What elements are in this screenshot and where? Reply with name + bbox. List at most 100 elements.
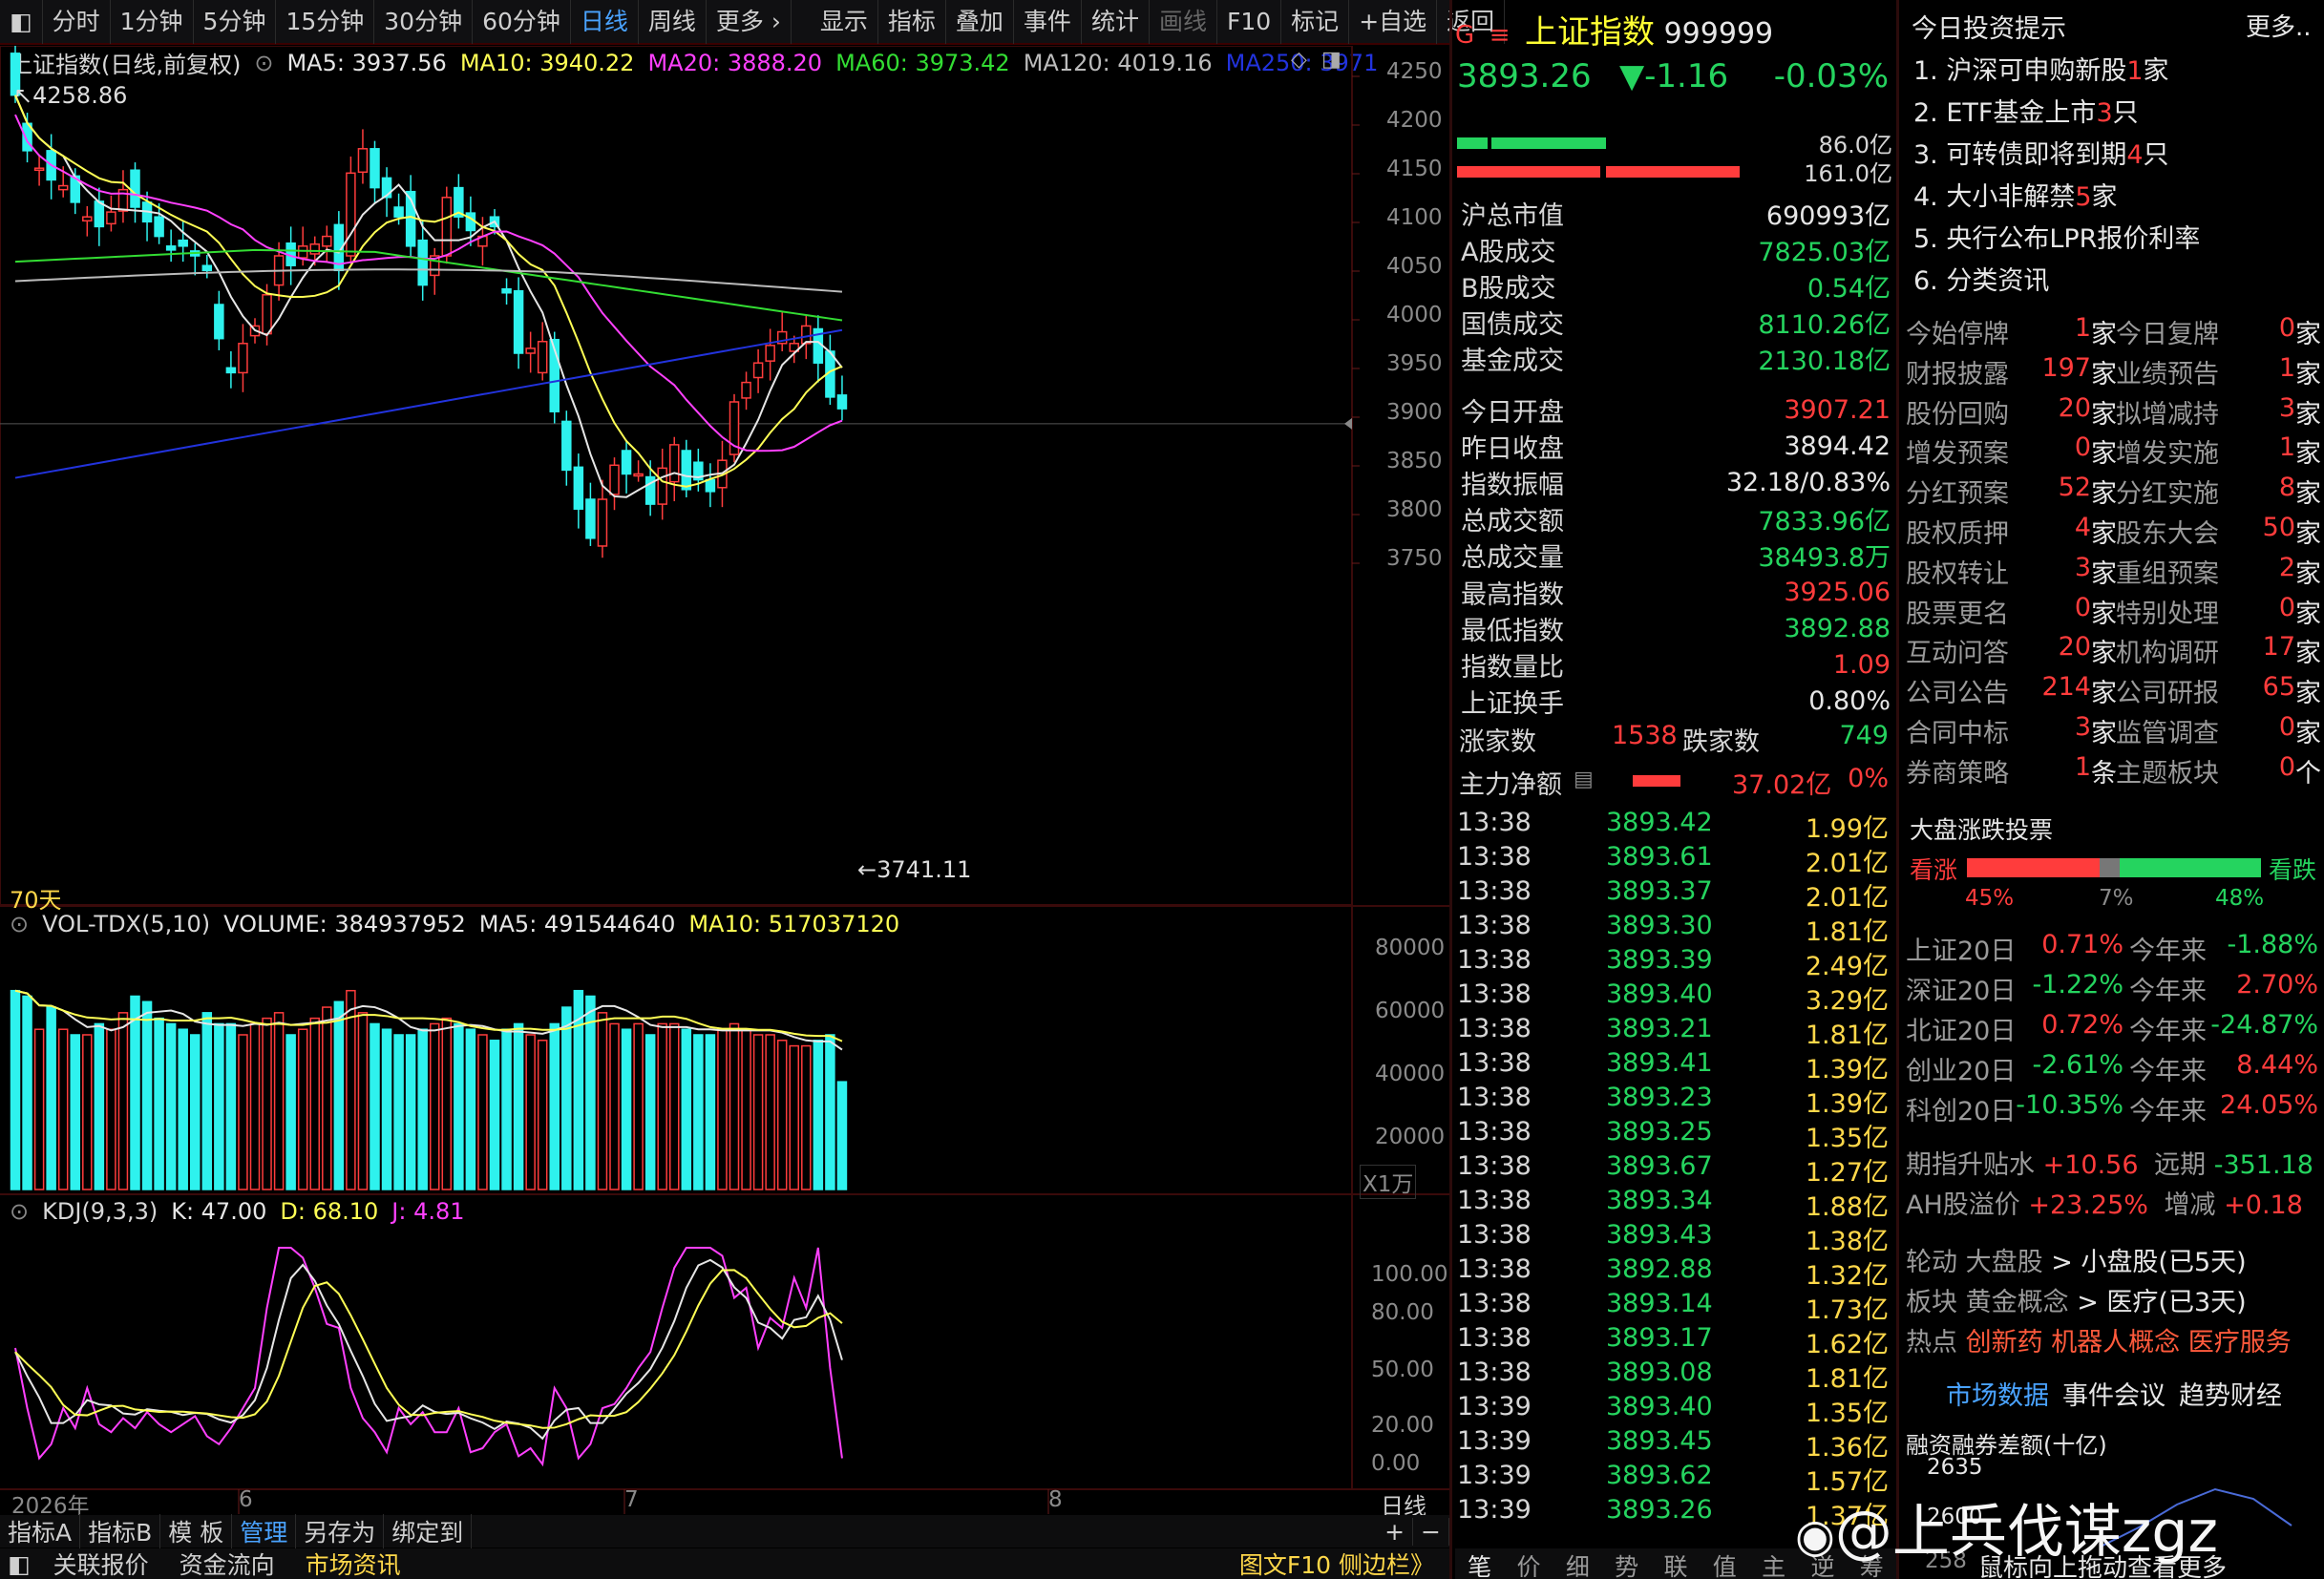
stat-unit: 家 [2091,359,2117,389]
market-data-link[interactable]: 市场数据 [1946,1375,2049,1412]
tick-amount: 1.73亿 [1805,1295,1889,1325]
tool-mark[interactable]: 标记 [1281,0,1350,44]
hot-topic-link[interactable]: 医疗服务 [2188,1328,2292,1358]
period-tab-more[interactable]: 更多 › [707,0,792,44]
tick-tab[interactable]: 值 [1713,1548,1737,1579]
candle-body [130,169,140,208]
tip-item[interactable]: 5. 央行公布LPR报价利率 [1913,218,2200,255]
period-tab-timeline[interactable]: 分时 [43,0,111,44]
period-tab-1min[interactable]: 1分钟 [111,0,194,44]
tick-tab[interactable]: 笔 [1468,1548,1491,1579]
tips-more-link[interactable]: 更多.. [2246,8,2312,43]
hot-topic-link[interactable]: 创新药 [1966,1328,2043,1358]
stat-label[interactable]: 监管调查 [2116,712,2219,749]
index-label: 创业20日 [1906,1057,2017,1086]
stat-label[interactable]: 股东大会 [2116,513,2219,550]
tick-tab[interactable]: 主 [1762,1548,1785,1579]
tool-add-watchlist[interactable]: +自选 [1349,0,1438,44]
g-badge: G [1455,21,1475,50]
tip-item[interactable]: 4. 大小非解禁5家 [1913,176,2118,213]
candle-body [94,200,105,228]
tab-save-as[interactable]: 另存为 [296,1514,385,1548]
tool-stats[interactable]: 统计 [1082,0,1150,44]
stat-count: 65 [2262,672,2295,703]
stat-label[interactable]: 主题板块 [2116,752,2219,790]
stat-label[interactable]: 公司研报 [2116,672,2219,709]
tool-f10[interactable]: F10 [1217,0,1282,44]
tab-indicator-a[interactable]: 指标A [0,1514,81,1548]
stat-label[interactable]: 财报披露 [1906,353,2009,390]
kdj-toggle-icon[interactable]: ⊙ [10,1198,29,1225]
stat-label[interactable]: 股权质押 [1906,513,2009,550]
stat-label[interactable]: 分红实施 [2116,473,2219,510]
tab-fund-flow[interactable]: 资金流向 [164,1547,290,1579]
stat-label[interactable]: 互动问答 [1906,632,2009,669]
stat-label[interactable]: 业绩预告 [2116,353,2219,390]
stat-label[interactable]: 分红预案 [1906,473,2009,510]
window-menu-icon[interactable]: ◧ [0,0,43,44]
tip-item[interactable]: 6. 分类资讯 [1913,260,2049,297]
zoom-in-button[interactable]: + [1377,1517,1414,1546]
panel-icon[interactable]: ◧ [0,1550,38,1578]
hot-topic-link[interactable]: 机器人概念 [2051,1328,2180,1358]
tab-bind-to[interactable]: 绑定到 [384,1514,473,1548]
kline-chart[interactable] [0,46,1449,1514]
stat-label[interactable]: 今始停牌 [1906,313,2009,350]
stat-label[interactable]: 增发实施 [2116,432,2219,470]
quote-row-label: 昨日收盘 [1461,433,1564,464]
tip-item[interactable]: 2. ETF基金上市3只 [1913,92,2139,129]
volume-bar [705,1034,716,1190]
stat-label[interactable]: 拟增减持 [2116,393,2219,431]
tool-indicator[interactable]: 指标 [878,0,946,44]
trend-finance-link[interactable]: 趋势财经 [2179,1375,2282,1412]
tool-display[interactable]: 显示 [811,0,878,44]
stat-label[interactable]: 增发预案 [1906,432,2009,470]
tab-market-news[interactable]: 市场资讯 [290,1547,416,1579]
stat-label[interactable]: 公司公告 [1906,672,2009,709]
period-tab-daily[interactable]: 日线 [571,0,639,44]
period-tab-30min[interactable]: 30分钟 [374,0,474,44]
stat-label[interactable]: 重组预案 [2116,553,2219,590]
tip-item[interactable]: 1. 沪深可申购新股1家 [1913,50,2169,87]
sidebar-toggle[interactable]: 图文F10 侧边栏》 [1224,1547,1449,1579]
stat-label[interactable]: 机构调研 [2116,632,2219,669]
tool-overlay[interactable]: 叠加 [946,0,1014,44]
tab-manage[interactable]: 管理 [232,1514,297,1548]
vote-up-label[interactable]: 看涨 [1910,852,1957,886]
tab-indicator-b[interactable]: 指标B [80,1514,161,1548]
events-link[interactable]: 事件会议 [2062,1375,2166,1412]
stat-label[interactable]: 股份回购 [1906,393,2009,431]
tab-template[interactable]: 模 板 [160,1514,233,1548]
stat-label[interactable]: 股权转让 [1906,553,2009,590]
menu-icon[interactable]: ≡ [1489,21,1511,50]
stat-label[interactable]: 股票更名 [1906,593,2009,630]
tick-tab[interactable]: 价 [1516,1548,1540,1579]
tick-tab[interactable]: 细 [1566,1548,1590,1579]
tip-item[interactable]: 3. 可转债即将到期4只 [1913,134,2169,171]
stat-label[interactable]: 特别处理 [2116,593,2219,630]
volume-toggle-icon[interactable]: ⊙ [10,911,29,937]
period-tab-5min[interactable]: 5分钟 [194,0,277,44]
tool-events[interactable]: 事件 [1014,0,1082,44]
candle-body [801,325,812,345]
tool-draw-line[interactable]: 画线 [1150,0,1217,44]
period-tab-60min[interactable]: 60分钟 [473,0,571,44]
sell-bar [1457,166,1600,178]
rotation-row-2[interactable]: 板块 黄金概念 > 医疗(已3天) [1906,1281,2247,1318]
stat-label[interactable]: 券商策略 [1906,752,2009,790]
stat-label[interactable]: 合同中标 [1906,712,2009,749]
quote-row-value: 3892.88 [1784,613,1891,643]
tick-tab[interactable]: 联 [1663,1548,1687,1579]
rotation-row-1[interactable]: 轮动 大盘股 > 小盘股(已5天) [1906,1241,2247,1278]
stat-label[interactable]: 今日复牌 [2116,313,2219,350]
net-flow-icon[interactable]: ▤ [1574,768,1594,791]
period-tab-15min[interactable]: 15分钟 [276,0,375,44]
index-20d-value: -1.22% [2032,970,2123,1000]
period-tab-weekly[interactable]: 周线 [639,0,707,44]
stat-unit: 家 [2295,399,2321,430]
tab-related-quotes[interactable]: 关联报价 [38,1547,164,1579]
vote-down-label[interactable]: 看跌 [2269,852,2316,886]
quote-row: 沪总市值 690993亿 [1455,195,1896,231]
zoom-out-button[interactable]: − [1413,1517,1449,1546]
tick-tab[interactable]: 势 [1615,1548,1638,1579]
